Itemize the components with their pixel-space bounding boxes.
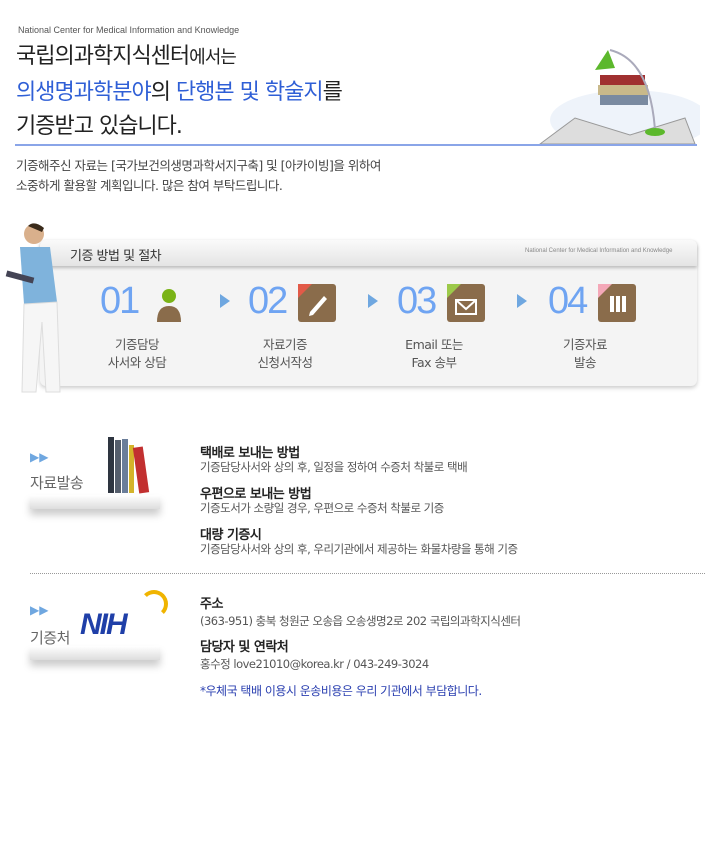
org-name: National Center for Medical Information … <box>18 25 240 35</box>
step-02: 02 <box>248 280 348 322</box>
title-field: 의생명과학분야 <box>16 80 152 105</box>
title-particle-2: 를 <box>322 80 343 105</box>
step-arrow-icon <box>368 294 378 308</box>
recipient-label: 기증처 <box>30 629 70 647</box>
intro-line-1: 기증해주신 자료는 [국가보건의생명과학서지구축] 및 [아카이빙]을 위하여 <box>16 158 381 173</box>
step-03: 03 <box>397 280 497 322</box>
envelope-icon <box>447 284 485 322</box>
title-materials: 단행본 및 학술지 <box>175 80 324 105</box>
nih-logo: NIH <box>80 608 128 641</box>
title-suffix: 에서는 <box>189 47 237 68</box>
address: (363-951) 충북 청원군 오송읍 오송생명2로 202 국립의과학지식센… <box>200 614 521 628</box>
step-number: 02 <box>248 280 288 322</box>
step-number: 04 <box>548 280 588 322</box>
shipping-method-desc: 기증담당사서와 상의 후, 일정을 정하여 수증처 착불로 택배 <box>200 460 468 474</box>
books-icon <box>108 437 150 494</box>
title-center: 국립의과학지식센터 <box>16 44 190 69</box>
step-arrow-icon <box>220 294 230 308</box>
title-line-3: 기증받고 있습니다. <box>16 114 183 139</box>
step-label-line-1: 기증담당 <box>114 337 160 352</box>
contact-title: 담당자 및 연락처 <box>200 640 289 655</box>
procedure-org: National Center for Medical Information … <box>525 248 673 254</box>
step-number: 03 <box>397 280 437 322</box>
title-line-2: 의생명과학분야의 단행본 및 학술지를 <box>16 74 343 106</box>
arrow-bullet-icon: ▶▶ <box>30 603 49 617</box>
step-04: 04 <box>548 280 648 322</box>
title-line-1: 국립의과학지식센터에서는 <box>16 38 237 70</box>
intro-line-2: 소중하게 활용할 계획입니다. 많은 참여 부탁드립니다. <box>16 178 283 193</box>
logo-swoosh-icon <box>140 590 168 618</box>
step-label-line-1: 기증자료 <box>562 337 608 352</box>
step-arrow-icon <box>517 294 527 308</box>
man-illustration <box>5 223 61 393</box>
step-label-line-1: Email 또는 <box>405 337 463 352</box>
step-number: 01 <box>100 280 140 322</box>
shipping-method-desc: 기증담당사서와 상의 후, 우리기관에서 제공하는 화물차량을 통해 기증 <box>200 542 518 556</box>
shipping-label: 자료발송 <box>30 474 84 492</box>
binders-icon <box>598 284 636 322</box>
lamp-books-illustration <box>538 49 700 145</box>
step-label: 기증담당사서와 상담 <box>77 336 197 372</box>
step-label: 자료기증신청서작성 <box>225 336 345 372</box>
shipping-method-desc: 기증도서가 소량일 경우, 우편으로 수증처 착불로 기증 <box>200 501 444 515</box>
shipping-cost-note: *우체국 택배 이용시 운송비용은 우리 기관에서 부담합니다. <box>200 684 482 698</box>
shelf <box>30 646 160 660</box>
pencil-document-icon <box>298 284 336 322</box>
contact: 홍수정 love21010@korea.kr / 043-249-3024 <box>200 657 429 671</box>
section-divider <box>30 573 705 574</box>
step-label-line-2: Fax 송부 <box>411 355 457 370</box>
step-label-line-2: 발송 <box>573 355 597 370</box>
address-title: 주소 <box>200 597 223 612</box>
step-label-line-1: 자료기증 <box>262 337 308 352</box>
person-icon <box>157 289 181 322</box>
intro-text: 기증해주신 자료는 [국가보건의생명과학서지구축] 및 [아카이빙]을 위하여소… <box>16 156 381 196</box>
arrow-bullet-icon: ▶▶ <box>30 450 49 464</box>
step-label-line-2: 신청서작성 <box>257 355 313 370</box>
title-particle: 의 <box>150 80 176 105</box>
header-divider <box>15 144 697 146</box>
step-label: Email 또는 Fax 송부 <box>374 336 494 372</box>
shelf <box>30 495 160 509</box>
step-label: 기증자료발송 <box>525 336 645 372</box>
procedure-title: 기증 방법 및 절차 <box>70 249 162 264</box>
step-01: 01 <box>100 280 200 322</box>
step-label-line-2: 사서와 상담 <box>107 355 167 370</box>
